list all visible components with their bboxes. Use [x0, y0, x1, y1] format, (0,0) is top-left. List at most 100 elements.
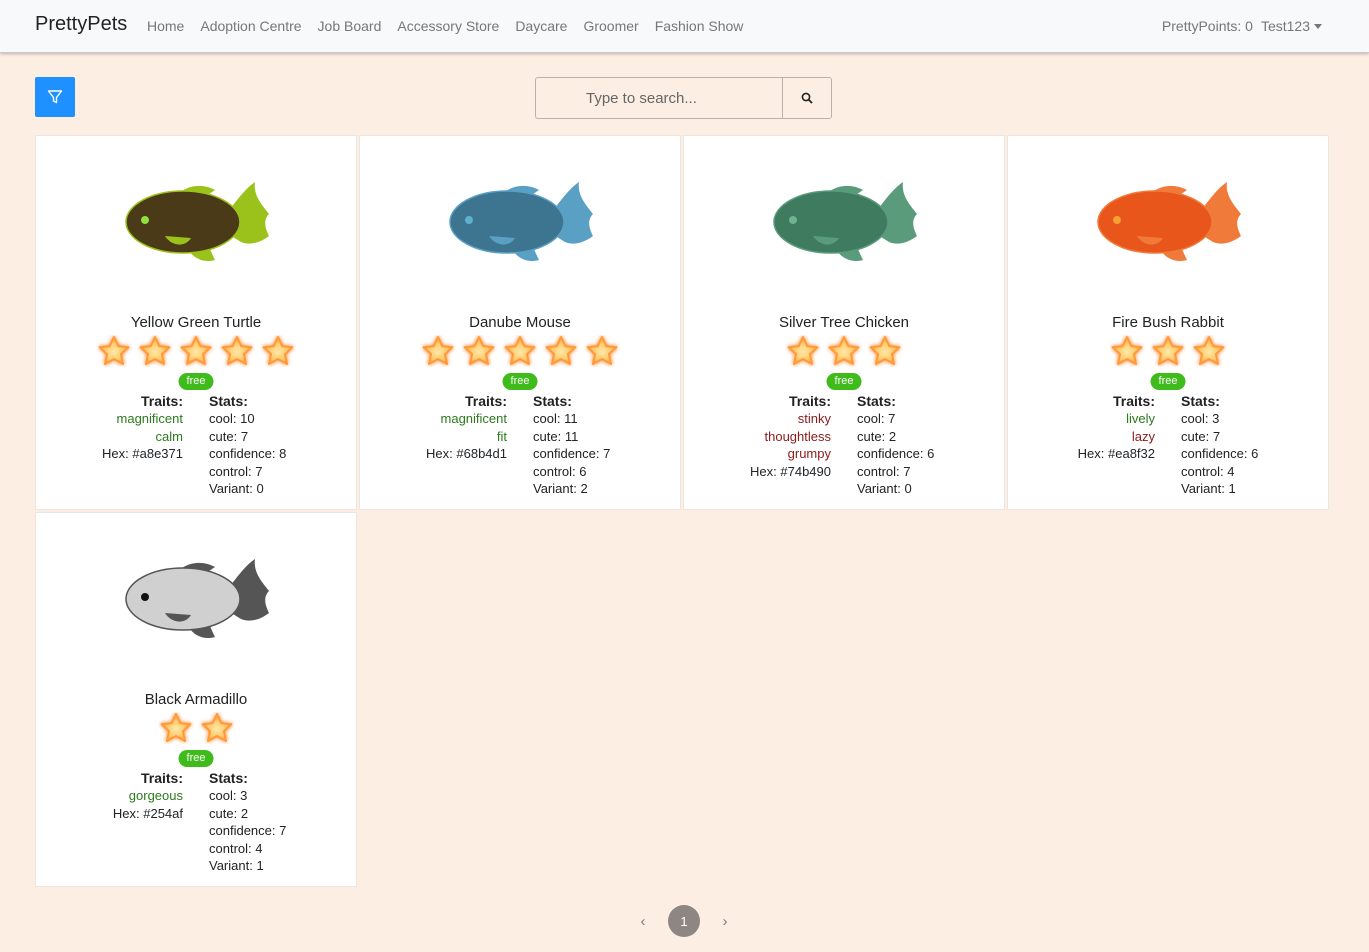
fish-icon	[125, 182, 269, 262]
stat-control: control: 4	[1181, 463, 1258, 481]
stat-label: confidence:	[209, 823, 276, 838]
stat-label: Variant:	[209, 858, 253, 873]
nav-link-daycare[interactable]: Daycare	[515, 18, 567, 34]
stat-label: cool:	[857, 411, 885, 426]
stat-confidence: confidence: 7	[209, 822, 286, 840]
stat-variant: Variant: 1	[1181, 480, 1258, 498]
star-icon	[1152, 336, 1184, 365]
stat-label: Variant:	[209, 481, 253, 496]
stats-column: Stats: cool: 11 cute: 11 confidence: 7 c…	[533, 393, 610, 498]
user-dropdown[interactable]: Test123	[1261, 18, 1322, 34]
star-rating	[36, 335, 356, 367]
filter-icon	[47, 90, 63, 104]
nav-link-home[interactable]: Home	[147, 18, 184, 34]
hex-line: Hex: #74b490	[750, 463, 831, 481]
traits-heading: Traits:	[1112, 393, 1155, 409]
trait-item: thoughtless	[764, 428, 832, 444]
stat-cute: cute: 2	[209, 805, 286, 823]
stats-column: Stats: cool: 7 cute: 2 confidence: 6 con…	[857, 393, 934, 498]
stats-column: Stats: cool: 3 cute: 7 confidence: 6 con…	[1181, 393, 1258, 498]
pet-card-0[interactable]: Yellow Green Turtle free Traits: magnifi…	[35, 135, 357, 510]
stat-label: cute:	[209, 428, 238, 444]
stat-value: 7	[255, 463, 263, 479]
hex-label: Hex:	[750, 463, 777, 479]
star-icon	[201, 713, 232, 742]
stat-variant: Variant: 0	[209, 480, 286, 498]
pet-card-4[interactable]: Black Armadillo free Traits: gorgeous He…	[35, 512, 357, 887]
stat-value: 11	[564, 411, 578, 426]
stat-label: control:	[209, 463, 252, 479]
star-icon	[586, 336, 618, 365]
search-input[interactable]	[535, 77, 782, 119]
fish-icon	[773, 182, 917, 262]
star-icon	[160, 713, 191, 742]
brand-logo[interactable]: PrettyPets	[35, 13, 127, 36]
star-rating	[684, 335, 1004, 367]
stat-cute: cute: 2	[857, 428, 934, 446]
nav-link-job-board[interactable]: Job Board	[318, 18, 382, 34]
page-number-current[interactable]: 1	[668, 905, 700, 937]
star-icon	[139, 336, 171, 365]
hex-value: #a8e371	[132, 446, 183, 461]
hex-value: #68b4d1	[456, 446, 507, 461]
stats-heading: Stats:	[209, 393, 248, 409]
stat-variant: Variant: 0	[857, 480, 934, 498]
fish-icon	[1097, 182, 1241, 262]
stat-value: 10	[240, 411, 255, 426]
stat-value: 7	[603, 446, 611, 461]
stat-value: 6	[1251, 446, 1259, 461]
traits-heading: Traits:	[788, 393, 831, 409]
stat-cute: cute: 7	[209, 428, 286, 446]
stat-value: 7	[240, 428, 249, 444]
filter-button[interactable]	[35, 77, 75, 117]
stat-cool: cool: 7	[857, 410, 934, 428]
pet-card-1[interactable]: Danube Mouse free Traits: magnificent fit…	[359, 135, 681, 510]
hex-label: Hex:	[102, 446, 129, 461]
stat-value: 1	[1228, 481, 1236, 496]
stat-value: 7	[1212, 428, 1221, 444]
trait-item: lazy	[1131, 428, 1155, 444]
star-icon	[828, 336, 860, 365]
stat-label: confidence:	[1181, 446, 1248, 461]
pet-name: Fire Bush Rabbit	[1112, 314, 1224, 331]
stat-value: 6	[927, 446, 935, 461]
pet-card-2[interactable]: Silver Tree Chicken free Traits: stinky t…	[683, 135, 1005, 510]
hex-line: Hex: #ea8f32	[1078, 445, 1155, 463]
stat-confidence: confidence: 6	[1181, 445, 1258, 463]
hex-value: #254af	[143, 805, 183, 821]
nav-link-groomer[interactable]: Groomer	[583, 18, 638, 34]
nav-link-fashion-show[interactable]: Fashion Show	[655, 18, 744, 34]
pet-name: Black Armadillo	[144, 691, 248, 708]
stat-cool: cool: 10	[209, 410, 286, 428]
pet-card-3[interactable]: Fire Bush Rabbit free Traits: lively lazy…	[1007, 135, 1329, 510]
traits-heading: Traits:	[140, 770, 183, 786]
nav-link-accessory-store[interactable]: Accessory Store	[397, 18, 499, 34]
stat-value: 1	[256, 858, 264, 873]
stat-label: cool:	[533, 411, 561, 426]
stat-confidence: confidence: 8	[209, 445, 286, 463]
traits-column: Traits: gorgeous Hex: #254af	[113, 770, 183, 822]
hex-label: Hex:	[426, 446, 453, 461]
next-page-button[interactable]: ›	[712, 913, 738, 930]
star-icon	[262, 336, 294, 365]
stat-value: 0	[256, 481, 264, 496]
stat-label: cool:	[1181, 411, 1209, 426]
stat-value: 7	[903, 463, 911, 479]
pet-name: Danube Mouse	[469, 314, 571, 331]
stat-value: 7	[888, 411, 896, 426]
stat-label: control:	[209, 840, 252, 856]
stat-cool: cool: 3	[209, 787, 286, 805]
nav-link-adoption-centre[interactable]: Adoption Centre	[200, 18, 301, 34]
hex-line: Hex: #68b4d1	[426, 445, 507, 463]
traits-column: Traits: magnificent fit Hex: #68b4d1	[426, 393, 507, 463]
stat-value: 8	[279, 446, 287, 461]
search-button[interactable]	[782, 77, 832, 119]
trait-item: magnificent	[440, 411, 507, 426]
trait-item: lively	[1126, 411, 1155, 426]
prev-page-button[interactable]: ‹	[630, 913, 656, 930]
fish-icon	[449, 182, 593, 262]
trait-list: lively lazy	[1078, 410, 1155, 445]
star-icon	[787, 336, 819, 365]
stat-value: 4	[1227, 463, 1235, 479]
star-icon	[221, 336, 253, 365]
